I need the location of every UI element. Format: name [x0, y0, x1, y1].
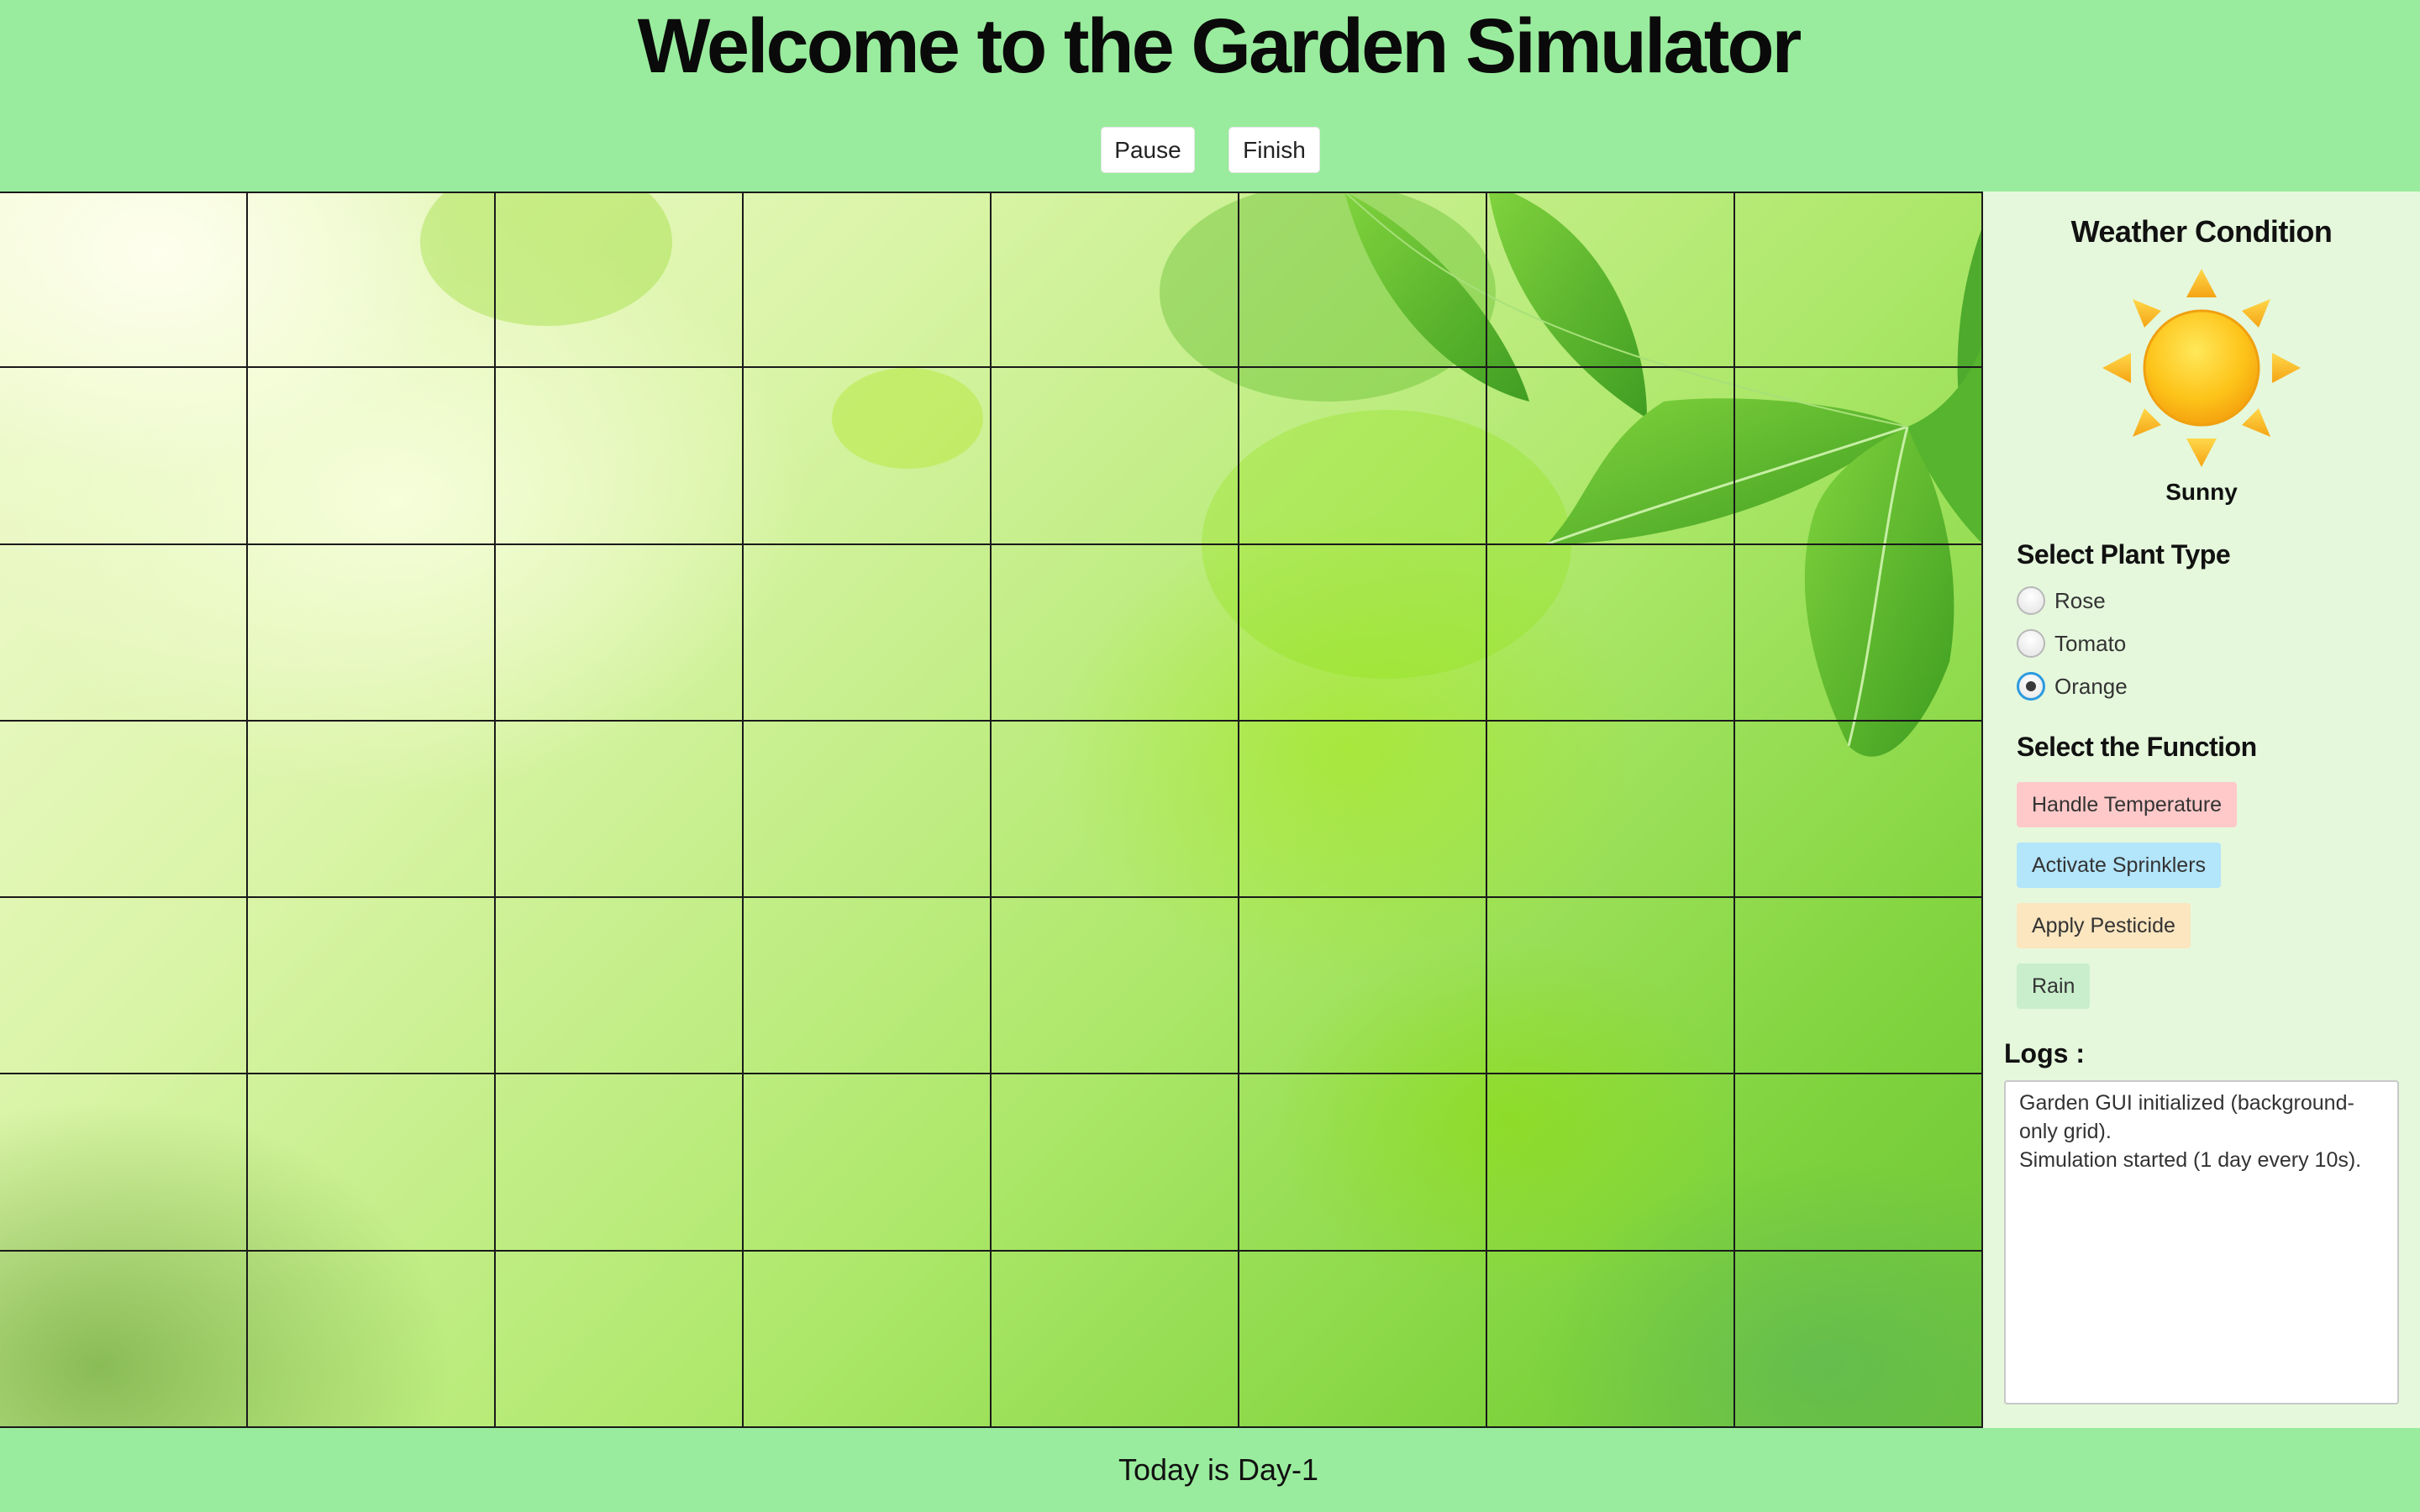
logs-textarea[interactable]: Garden GUI initialized (background-only …	[2004, 1080, 2399, 1404]
garden-cell[interactable]	[248, 1074, 496, 1252]
garden-cell[interactable]	[496, 1251, 744, 1428]
activate-sprinklers-button[interactable]: Activate Sprinklers	[2017, 843, 2222, 888]
garden-cell[interactable]	[496, 898, 744, 1075]
logs-title: Logs :	[2004, 1038, 2085, 1068]
garden-cell[interactable]	[744, 368, 992, 545]
garden-cell[interactable]	[744, 544, 992, 722]
garden-cell[interactable]	[248, 721, 496, 899]
garden-cell[interactable]	[1487, 368, 1735, 545]
garden-cell[interactable]	[0, 721, 248, 899]
garden-cell[interactable]	[1487, 898, 1735, 1075]
radio-button-selected[interactable]	[2017, 672, 2045, 701]
footer: Today is Day-1	[0, 1428, 2420, 1512]
radio-button[interactable]	[2017, 629, 2045, 658]
garden-cell[interactable]	[1735, 192, 1983, 369]
garden-cell[interactable]	[496, 368, 744, 545]
radio-label-orange: Orange	[2054, 674, 2128, 699]
garden-cell[interactable]	[744, 1251, 992, 1428]
garden-cell[interactable]	[0, 192, 248, 369]
weather-title: Weather Condition	[2070, 214, 2333, 249]
garden-cell[interactable]	[248, 368, 496, 545]
pause-button[interactable]: Pause	[1101, 127, 1195, 173]
garden-cell[interactable]	[496, 192, 744, 369]
garden-cell[interactable]	[1487, 544, 1735, 722]
garden-cell[interactable]	[1239, 1251, 1487, 1428]
apply-pesticide-button[interactable]: Apply Pesticide	[2017, 903, 2191, 948]
plant-type-title: Select Plant Type	[2017, 539, 2231, 570]
day-label: Today is Day-1	[1118, 1452, 1319, 1487]
garden-cell[interactable]	[0, 1251, 248, 1428]
log-line: Garden GUI initialized (background-only …	[2019, 1091, 2354, 1143]
garden-cell[interactable]	[744, 1074, 992, 1252]
garden-cell[interactable]	[1735, 368, 1983, 545]
garden-cell[interactable]	[992, 721, 1239, 899]
garden-cell[interactable]	[248, 898, 496, 1075]
log-line: Simulation started (1 day every 10s).	[2019, 1148, 2362, 1172]
handle-temperature-button[interactable]: Handle Temperature	[2017, 782, 2238, 827]
garden-cells	[0, 192, 1983, 1428]
radio-label-rose: Rose	[2054, 588, 2106, 613]
garden-cell[interactable]	[248, 544, 496, 722]
garden-cell[interactable]	[992, 544, 1239, 722]
garden-cell[interactable]	[992, 898, 1239, 1075]
radio-dot	[2026, 681, 2036, 691]
garden-cell[interactable]	[1239, 898, 1487, 1075]
sun-icon	[2102, 269, 2301, 467]
garden-cell[interactable]	[1487, 1074, 1735, 1252]
garden-cell[interactable]	[1487, 192, 1735, 369]
garden-cell[interactable]	[992, 368, 1239, 545]
weather-condition-label: Sunny	[2165, 479, 2238, 505]
garden-cell[interactable]	[1735, 898, 1983, 1075]
garden-cell[interactable]	[0, 1074, 248, 1252]
garden-cell[interactable]	[1735, 544, 1983, 722]
garden-cell[interactable]	[0, 898, 248, 1075]
garden-cell[interactable]	[1487, 721, 1735, 899]
radio-label-tomato: Tomato	[2054, 631, 2127, 656]
sidebar: Weather Condition Sunny Select Plant Typ…	[1983, 192, 2420, 1428]
garden-cell[interactable]	[1239, 721, 1487, 899]
garden-cell[interactable]	[744, 721, 992, 899]
function-title: Select the Function	[2017, 732, 2257, 762]
garden-cell[interactable]	[1735, 1251, 1983, 1428]
radio-button[interactable]	[2017, 586, 2045, 615]
page-title: Welcome to the Garden Simulator	[637, 3, 1802, 89]
garden-cell[interactable]	[1239, 368, 1487, 545]
garden-cell[interactable]	[496, 1074, 744, 1252]
garden-cell[interactable]	[1239, 1074, 1487, 1252]
garden-cell[interactable]	[992, 1074, 1239, 1252]
garden-cell[interactable]	[248, 1251, 496, 1428]
garden-cell[interactable]	[1487, 1251, 1735, 1428]
rain-button[interactable]: Rain	[2017, 963, 2091, 1009]
garden-cell[interactable]	[0, 544, 248, 722]
garden-cell[interactable]	[992, 192, 1239, 369]
garden-grid	[0, 192, 1983, 1428]
garden-cell[interactable]	[248, 192, 496, 369]
garden-cell[interactable]	[496, 721, 744, 899]
garden-cell[interactable]	[1239, 544, 1487, 722]
garden-cell[interactable]	[496, 544, 744, 722]
garden-cell[interactable]	[0, 368, 248, 545]
garden-cell[interactable]	[744, 898, 992, 1075]
garden-cell[interactable]	[744, 192, 992, 369]
header: Welcome to the Garden Simulator Pause Fi…	[0, 0, 2420, 192]
garden-cell[interactable]	[992, 1251, 1239, 1428]
finish-button[interactable]: Finish	[1228, 127, 1320, 173]
garden-cell[interactable]	[1735, 1074, 1983, 1252]
garden-cell[interactable]	[1735, 721, 1983, 899]
garden-cell[interactable]	[1239, 192, 1487, 369]
